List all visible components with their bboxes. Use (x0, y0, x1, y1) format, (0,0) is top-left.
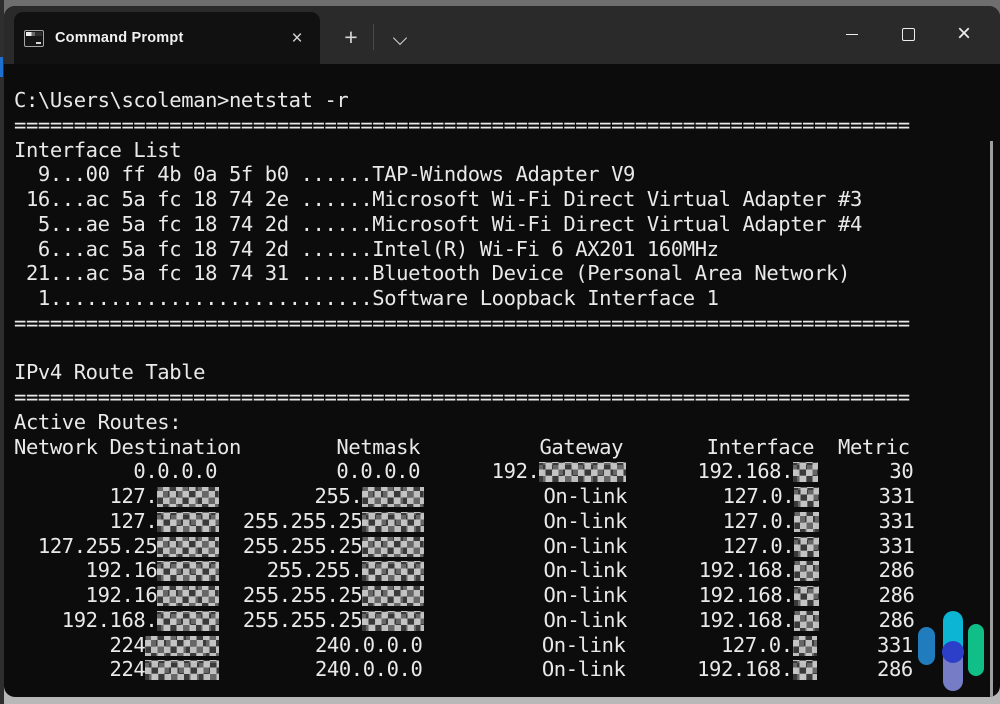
scrollbar-thumb[interactable] (990, 141, 993, 697)
terminal-line: 6...ac 5a fc 18 74 2d ......Intel(R) Wi-… (14, 237, 1000, 262)
terminal-line: Interface List (14, 138, 1000, 163)
redacted-pixelation (794, 512, 819, 532)
terminal-line: 0.0.0.0 0.0.0.0 192. 192.168. 30 (14, 459, 1000, 484)
terminal-line: 1...........................Software Loo… (14, 286, 1000, 311)
terminal-line: ========================================… (14, 113, 1000, 138)
terminal-line: 224 240.0.0.0 On-link 127.0. 331 (14, 633, 1000, 658)
chevron-down-icon (393, 31, 407, 45)
tab-dropdown-button[interactable] (382, 20, 418, 56)
close-icon: × (957, 23, 971, 45)
new-tab-button[interactable]: + (332, 20, 370, 56)
terminal-line: 127.255.25 255.255.25 On-link 127.0. 331 (14, 534, 1000, 559)
redacted-pixelation (794, 586, 819, 606)
maximize-button[interactable] (880, 6, 936, 62)
redacted-pixelation (157, 611, 219, 631)
command-prompt-icon (24, 30, 44, 47)
terminal-line: 127. 255. On-link 127.0. 331 (14, 484, 1000, 509)
redacted-pixelation (794, 611, 819, 631)
minimize-button[interactable] (824, 6, 880, 62)
tab-separator (373, 24, 374, 50)
background-edge-accent (0, 57, 3, 77)
redacted-pixelation (362, 586, 424, 606)
terminal-line: 21...ac 5a fc 18 74 31 ......Bluetooth D… (14, 261, 1000, 286)
redacted-pixelation (793, 462, 818, 482)
terminal-line: ========================================… (14, 385, 1000, 410)
terminal-line: IPv4 Route Table (14, 360, 1000, 385)
tab-command-prompt[interactable]: Command Prompt × (14, 12, 320, 64)
redacted-pixelation (362, 487, 424, 507)
redacted-pixelation (362, 611, 424, 631)
terminal-line: 192.16 255.255. On-link 192.168. 286 (14, 558, 1000, 583)
terminal-line: 192.16 255.255.25 On-link 192.168. 286 (14, 583, 1000, 608)
terminal-line: Active Routes: (14, 410, 1000, 435)
window-controls: × (824, 6, 992, 62)
close-button[interactable]: × (936, 6, 992, 62)
redacted-pixelation (145, 660, 219, 680)
redacted-pixelation (362, 537, 424, 557)
redacted-pixelation (794, 487, 819, 507)
redacted-pixelation (157, 561, 219, 581)
redacted-pixelation (145, 636, 219, 656)
title-bar[interactable]: Command Prompt × + × (4, 6, 1000, 64)
terminal-line: 9...00 ff 4b 0a 5f b0 ......TAP-Windows … (14, 162, 1000, 187)
terminal-line: 192.168. 255.255.25 On-link 192.168. 286 (14, 608, 1000, 633)
tab-title: Command Prompt (55, 30, 284, 46)
redacted-pixelation (794, 537, 819, 557)
maximize-icon (902, 28, 915, 41)
redacted-pixelation (793, 660, 818, 680)
redacted-pixelation (157, 512, 219, 532)
redacted-pixelation (362, 561, 424, 581)
redacted-pixelation (362, 512, 424, 532)
redacted-pixelation (157, 537, 219, 557)
redacted-pixelation (793, 636, 818, 656)
terminal-line (14, 336, 1000, 361)
minimize-icon (846, 34, 858, 35)
terminal-line: 16...ac 5a fc 18 74 2e ......Microsoft W… (14, 187, 1000, 212)
terminal-line: 224 240.0.0.0 On-link 192.168. 286 (14, 657, 1000, 682)
terminal-window: Command Prompt × + × C:\Users\scoleman>n… (4, 6, 1000, 697)
terminal-line: C:\Users\scoleman>netstat -r (14, 88, 1000, 113)
redacted-pixelation (539, 462, 625, 482)
tab-close-icon[interactable]: × (284, 29, 310, 48)
terminal-line: Network Destination Netmask Gateway Inte… (14, 435, 1000, 460)
terminal-output[interactable]: C:\Users\scoleman>netstat -r============… (10, 64, 1000, 697)
redacted-pixelation (794, 561, 819, 581)
terminal-line: 5...ae 5a fc 18 74 2d ......Microsoft Wi… (14, 212, 1000, 237)
terminal-line: 127. 255.255.25 On-link 127.0. 331 (14, 509, 1000, 534)
redacted-pixelation (157, 487, 219, 507)
terminal-line: ========================================… (14, 311, 1000, 336)
redacted-pixelation (157, 586, 219, 606)
